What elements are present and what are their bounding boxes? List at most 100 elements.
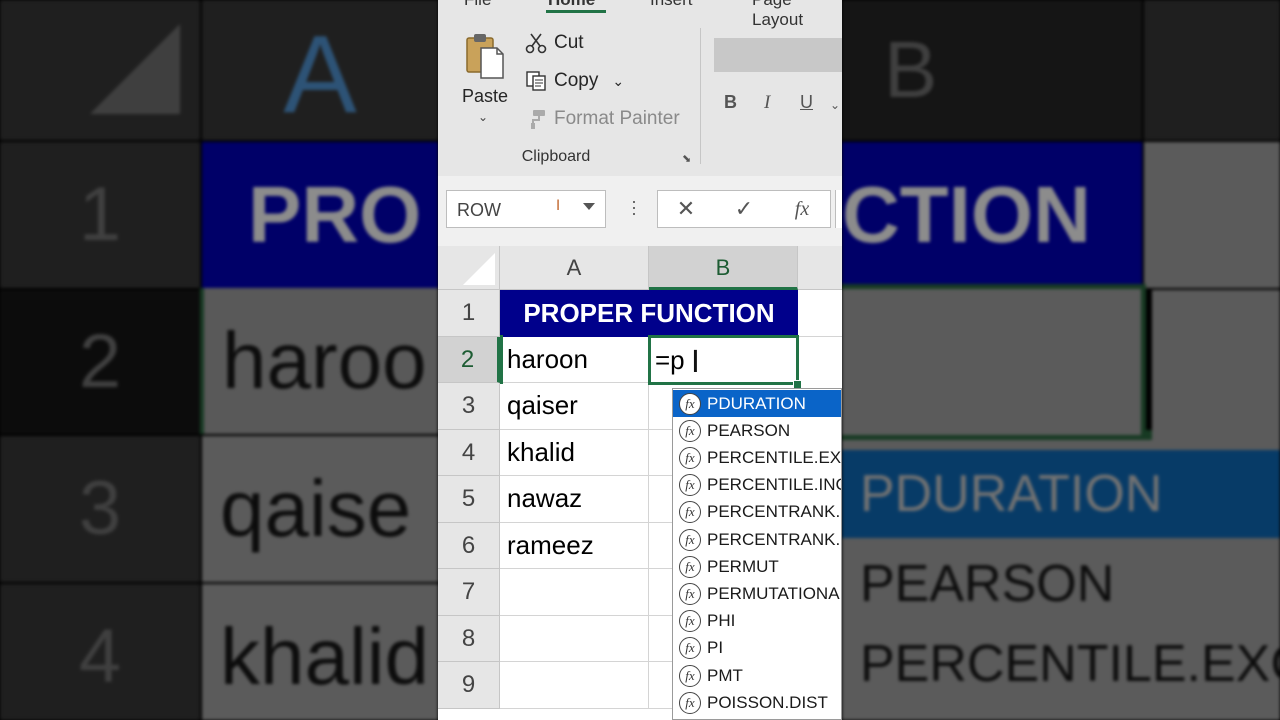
bg-ac-item-2: PEARSON [860, 555, 1115, 613]
autocomplete-item[interactable]: fx PMT [673, 662, 841, 689]
bg-active-cell [842, 284, 1146, 440]
cell-a8[interactable] [500, 615, 649, 662]
cancel-icon[interactable]: ✕ [666, 195, 706, 223]
active-cell-b2[interactable]: =p I [648, 335, 799, 385]
paste-icon [466, 34, 504, 79]
row-header-7[interactable]: 7 [438, 569, 500, 616]
format-painter-button[interactable]: Format Painter [524, 104, 680, 134]
function-icon: fx [679, 637, 701, 660]
row-header-9[interactable]: 9 [438, 662, 500, 709]
row-header-6[interactable]: 6 [438, 522, 500, 569]
paste-dropdown-icon[interactable]: ⌄ [478, 110, 488, 124]
name-box-dropdown-icon[interactable] [583, 203, 595, 210]
row-header-1[interactable]: 1 [438, 290, 500, 337]
autocomplete-item-label: PEARSON [707, 420, 791, 440]
cut-label: Cut [554, 32, 584, 53]
column-header-b[interactable]: B [649, 246, 798, 290]
dialog-launcher-icon[interactable]: ⬊ [682, 152, 694, 165]
tab-page-layout[interactable]: Page Layout [752, 0, 842, 30]
cut-button[interactable]: Cut [524, 28, 584, 58]
formula-input[interactable] [835, 190, 842, 228]
autocomplete-item[interactable]: fx PERMUTATIONA [673, 580, 841, 607]
function-icon: fx [679, 664, 701, 687]
background-zoom-right: B CTION PDURATION PEARSON PERCENTILE.EXC [842, 0, 1280, 720]
autocomplete-item[interactable]: fx PERCENTILE.INC [673, 472, 842, 499]
function-icon: fx [679, 501, 701, 524]
ibeam-cursor-icon: I [691, 345, 700, 380]
cell-a7[interactable] [500, 569, 649, 616]
function-icon: fx [679, 610, 701, 633]
autocomplete-item[interactable]: fx PEARSON [673, 417, 841, 444]
autocomplete-item-label: PI [707, 638, 724, 658]
autocomplete-item[interactable]: fx PERCENTILE.EXC [673, 444, 842, 471]
autocomplete-item-label: PMT [707, 665, 743, 685]
row-header-5[interactable]: 5 [438, 476, 500, 523]
bg-title: PRO [202, 142, 438, 288]
ribbon-tabs: File Home Insert Page Layout [438, 0, 842, 29]
cell-b2-input[interactable]: =p [655, 338, 685, 382]
underline-button[interactable]: U [800, 92, 813, 113]
autocomplete-item-label: PERMUTATIONA [707, 583, 840, 603]
more-options-icon[interactable]: · · · [630, 192, 638, 222]
row-header-8[interactable]: 8 [438, 615, 500, 662]
cell-a6[interactable]: rameez [500, 522, 649, 569]
copy-button[interactable]: Copy ⌄ [524, 66, 624, 96]
format-painter-label: Format Painter [554, 108, 680, 129]
autocomplete-item-label: PERCENTILE.INC [707, 475, 842, 495]
tab-file[interactable]: File [464, 0, 491, 10]
function-icon: fx [679, 446, 701, 469]
bg-cell-a4: khalid [202, 584, 438, 720]
autocomplete-item-label: PHI [707, 611, 736, 631]
autocomplete-item[interactable]: fx PERCENTRANK.EXC [673, 499, 841, 526]
bg-cell-a3: qaise [202, 436, 438, 582]
function-icon: fx [679, 392, 701, 415]
formula-bar: ROW I · · · ✕ ✓ fx [438, 176, 842, 246]
row-header-3[interactable]: 3 [438, 383, 500, 430]
column-header-a[interactable]: A [500, 246, 649, 290]
autocomplete-item-label: PERCENTILE.EXC [707, 447, 842, 467]
insert-function-icon[interactable]: fx [782, 195, 822, 223]
bg-row-1: 1 [0, 142, 200, 288]
active-tab-indicator [546, 10, 606, 13]
autocomplete-item[interactable]: fx PHI [673, 608, 841, 635]
cell-a5[interactable]: nawaz [500, 476, 649, 523]
scissors-icon [524, 31, 548, 55]
name-box[interactable]: ROW [446, 190, 606, 228]
function-icon: fx [679, 419, 701, 442]
bg-title-right: CTION [842, 142, 1142, 288]
excel-window: File Home Insert Page Layout Paste ⌄ Cut [438, 0, 842, 720]
tab-insert[interactable]: Insert [650, 0, 693, 10]
cell-a2[interactable]: haroon [500, 336, 649, 383]
function-icon: fx [679, 691, 701, 714]
autocomplete-item[interactable]: fx PDURATION [673, 390, 841, 417]
row-header-4[interactable]: 4 [438, 429, 500, 476]
font-name-box[interactable] [714, 38, 842, 72]
column-header-next[interactable] [798, 246, 842, 290]
function-icon: fx [679, 528, 701, 551]
title-cell-a1[interactable]: PROPER FUNCTION [500, 290, 798, 337]
bg-col-letter: A [202, 0, 438, 140]
text-cursor-icon: I [556, 198, 561, 214]
paste-button[interactable]: Paste ⌄ [454, 28, 516, 132]
autocomplete-item[interactable]: fx PI [673, 635, 841, 662]
cell-a9[interactable] [500, 662, 649, 709]
cell-a3[interactable]: qaiser [500, 383, 649, 430]
autocomplete-item[interactable]: fx POISSON.DIST [673, 689, 841, 716]
copy-dropdown-icon[interactable]: ⌄ [612, 73, 624, 90]
enter-icon[interactable]: ✓ [724, 195, 764, 223]
cell-a4[interactable]: khalid [500, 429, 649, 476]
bg-row-4: 4 [0, 584, 200, 720]
underline-dropdown-icon[interactable]: ⌄ [830, 98, 840, 113]
autocomplete-item[interactable]: fx PERCENTRANK.INC [673, 526, 841, 553]
name-box-value: ROW [457, 200, 501, 220]
paste-label: Paste [461, 86, 509, 106]
tab-home[interactable]: Home [548, 0, 595, 10]
italic-button[interactable]: I [764, 92, 770, 114]
autocomplete-item[interactable]: fx PERMUT [673, 553, 841, 580]
row-header-2[interactable]: 2 [438, 336, 500, 383]
select-all-button[interactable] [438, 246, 500, 290]
copy-label: Copy [554, 70, 599, 91]
bg-ac-item-3: PERCENTILE.EXC [860, 635, 1280, 693]
cell-c1[interactable] [798, 290, 842, 337]
bold-button[interactable]: B [724, 92, 737, 113]
